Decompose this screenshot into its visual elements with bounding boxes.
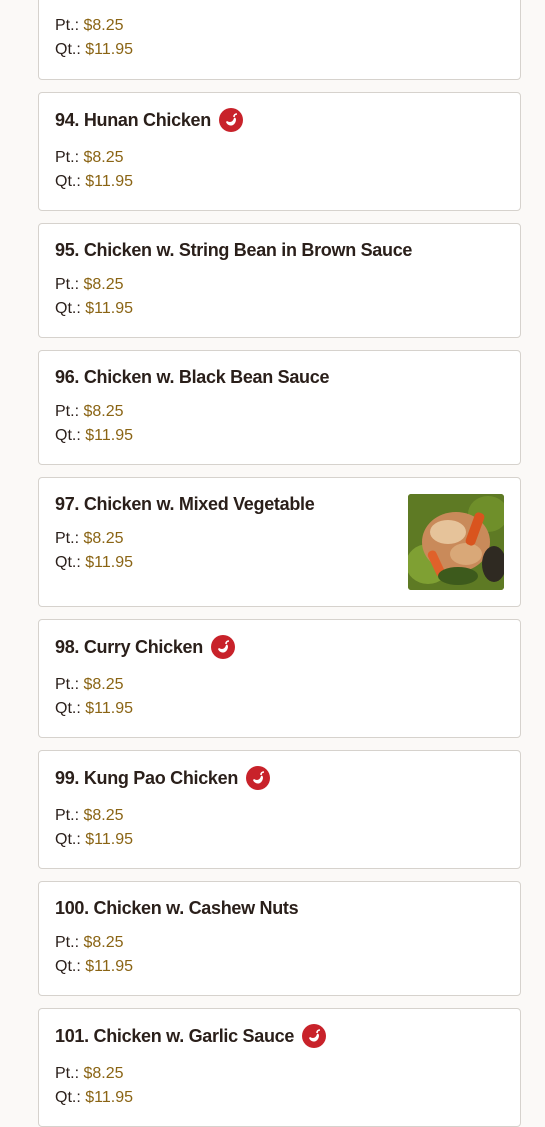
quart-price-value: $11.95 [85,1089,133,1106]
pint-label: Pt.: [55,403,80,420]
menu-item-title: 94. Hunan Chicken [55,109,211,130]
menu-item-title: 100. Chicken w. Cashew Nuts [55,898,299,918]
quart-label: Qt.: [55,958,81,975]
quart-price: Qt.: $11.95 [55,427,133,445]
menu-item-title: 95. Chicken w. String Bean in Brown Sauc… [55,240,413,260]
quart-label: Qt.: [55,173,81,190]
menu-item-title: 97. Chicken w. Mixed Vegetable [55,494,315,514]
menu-item-card[interactable]: 100. Chicken w. Cashew Nuts Pt.: $8.25 Q… [38,881,521,996]
quart-price-value: $11.95 [85,700,133,717]
quart-price-value: $11.95 [85,554,133,571]
quart-price-value: $11.95 [85,173,133,190]
quart-price-value: $11.95 [85,831,133,848]
quart-price: Qt.: $11.95 [55,958,133,976]
pint-price: Pt.: $8.25 [55,403,124,421]
pint-label: Pt.: [55,149,80,166]
quart-price-value: $11.95 [85,958,133,975]
quart-price: Qt.: $11.95 [55,1089,133,1107]
pint-price-value: $8.25 [83,17,124,34]
pint-price: Pt.: $8.25 [55,934,124,952]
pint-price: Pt.: $8.25 [55,149,124,167]
quart-label: Qt.: [55,831,81,848]
pint-price-value: $8.25 [83,807,124,824]
pint-price-value: $8.25 [83,676,124,693]
menu-item-card[interactable]: 101. Chicken w. Garlic Sauce Pt.: $8.25 … [38,1008,521,1127]
menu-item-card[interactable]: 97. Chicken w. Mixed Vegetable Pt.: $8.2… [38,477,521,607]
quart-label: Qt.: [55,554,81,571]
menu-item-card[interactable]: 99. Kung Pao Chicken Pt.: $8.25 Qt.: $11… [38,750,521,869]
quart-price-value: $11.95 [85,427,133,444]
pint-label: Pt.: [55,17,80,34]
pint-label: Pt.: [55,1065,80,1082]
pint-label: Pt.: [55,676,80,693]
pint-price-value: $8.25 [83,934,124,951]
pint-price-value: $8.25 [83,276,124,293]
quart-label: Qt.: [55,300,81,317]
quart-label: Qt.: [55,700,81,717]
quart-price: Qt.: $11.95 [55,554,133,572]
chili-pepper-icon [218,108,243,132]
chili-pepper-icon [302,1024,327,1048]
dish-photo[interactable] [408,494,504,590]
pint-label: Pt.: [55,807,80,824]
pint-label: Pt.: [55,276,80,293]
quart-label: Qt.: [55,41,81,58]
pint-price-value: $8.25 [83,1065,124,1082]
menu-item-title: 99. Kung Pao Chicken [55,767,239,788]
pint-label: Pt.: [55,530,80,547]
quart-price: Qt.: $11.95 [55,831,133,849]
pint-price-value: $8.25 [83,403,124,420]
quart-price-value: $11.95 [85,41,133,58]
pint-price-value: $8.25 [83,530,124,547]
quart-price-value: $11.95 [85,300,133,317]
chili-pepper-icon [246,766,271,790]
menu-item-card[interactable]: 98. Curry Chicken Pt.: $8.25 Qt.: $11.95 [38,619,521,738]
pint-price: Pt.: $8.25 [55,807,124,825]
pint-price: Pt.: $8.25 [55,676,124,694]
chili-pepper-icon [210,635,235,659]
pint-price: Pt.: $8.25 [55,1065,124,1083]
menu-item-card[interactable]: 95. Chicken w. String Bean in Brown Sauc… [38,223,521,338]
quart-price: Qt.: $11.95 [55,700,133,718]
pint-price-value: $8.25 [83,149,124,166]
menu-item-title: 98. Curry Chicken [55,636,203,657]
menu-item-title: 96. Chicken w. Black Bean Sauce [55,367,330,387]
menu-item-card[interactable]: 94. Hunan Chicken Pt.: $8.25 Qt.: $11.95 [38,92,521,211]
menu-item-title: 101. Chicken w. Garlic Sauce [55,1025,295,1046]
pint-label: Pt.: [55,934,80,951]
menu-item-card[interactable]: Pt.: $8.25 Qt.: $11.95 [38,0,521,80]
quart-label: Qt.: [55,1089,81,1106]
quart-label: Qt.: [55,427,81,444]
pint-price: Pt.: $8.25 [55,17,124,35]
pint-price: Pt.: $8.25 [55,530,124,548]
menu-item-card[interactable]: 96. Chicken w. Black Bean Sauce Pt.: $8.… [38,350,521,465]
quart-price: Qt.: $11.95 [55,173,133,191]
quart-price: Qt.: $11.95 [55,300,133,318]
quart-price: Qt.: $11.95 [55,41,133,59]
pint-price: Pt.: $8.25 [55,276,124,294]
